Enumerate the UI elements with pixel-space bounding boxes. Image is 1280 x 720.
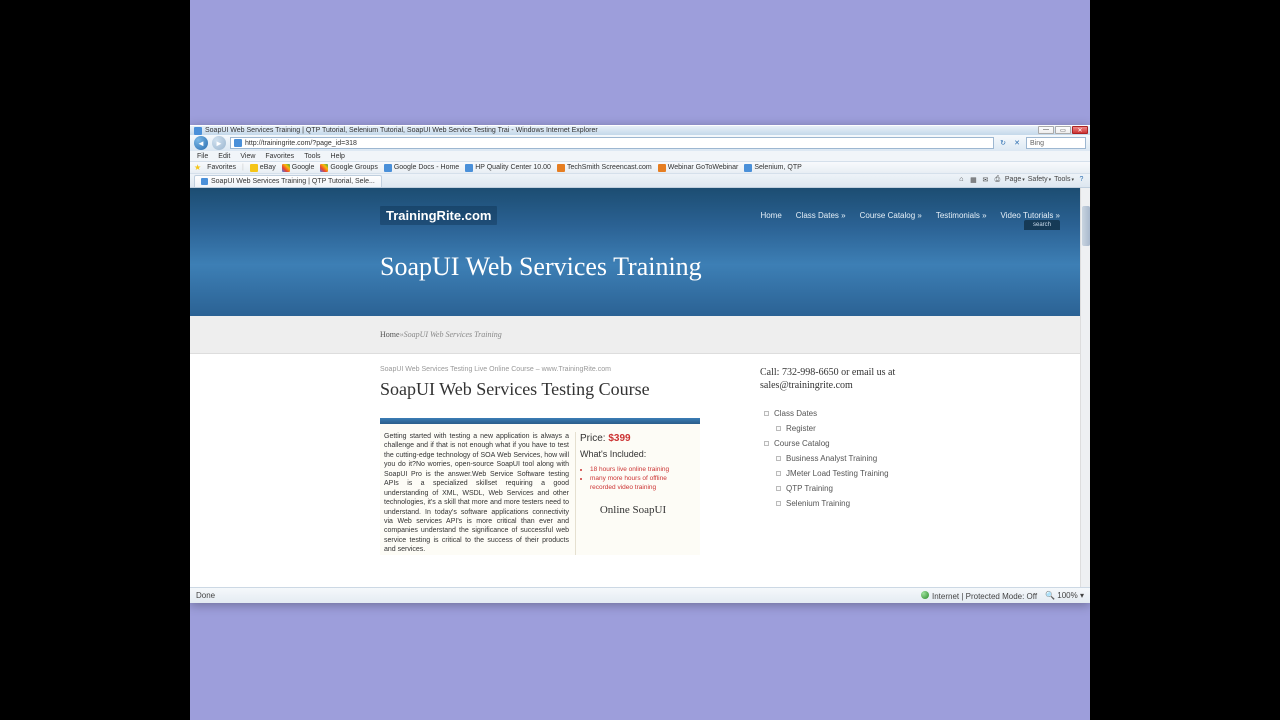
price-label: Price:	[580, 433, 608, 444]
tab-bar: SoapUI Web Services Training | QTP Tutor…	[190, 174, 1090, 188]
nav-course-catalog[interactable]: Course Catalog »	[860, 211, 922, 220]
favorites-star-icon[interactable]: ★	[194, 163, 201, 172]
fav-google-groups[interactable]: Google Groups	[320, 164, 377, 172]
vertical-scrollbar[interactable]	[1080, 188, 1090, 587]
site-nav: Home Class Dates » Course Catalog » Test…	[760, 211, 1060, 220]
window-title: SoapUI Web Services Training | QTP Tutor…	[205, 127, 598, 134]
tab-favicon	[201, 178, 208, 185]
fav-webinar[interactable]: Webinar GoToWebinar	[658, 164, 739, 172]
sidebar-item-ba-training[interactable]: Business Analyst Training	[760, 451, 900, 466]
menu-favorites[interactable]: Favorites	[260, 153, 299, 160]
browser-window: SoapUI Web Services Training | QTP Tutor…	[190, 125, 1090, 603]
status-zoom[interactable]: 🔍 100% ▾	[1045, 591, 1084, 600]
favorites-label[interactable]: Favorites	[207, 164, 236, 171]
menu-tools[interactable]: Tools	[299, 153, 325, 160]
fav-google[interactable]: Google	[282, 164, 315, 172]
scrollbar-thumb[interactable]	[1082, 206, 1090, 246]
sidebar-item-jmeter-training[interactable]: JMeter Load Testing Training	[760, 466, 900, 481]
article-title: SoapUI Web Services Testing Course	[380, 379, 720, 400]
included-item: many more hours of offline recorded vide…	[590, 475, 686, 493]
site-search[interactable]: search	[1024, 220, 1060, 230]
site-header: TrainingRite.com Home Class Dates » Cour…	[190, 188, 1090, 316]
page-viewport: TrainingRite.com Home Class Dates » Cour…	[190, 188, 1090, 587]
sidebar-item-course-catalog[interactable]: Course Catalog	[760, 436, 900, 451]
breadcrumb-current: SoapUI Web Services Training	[404, 330, 502, 339]
menu-edit[interactable]: Edit	[213, 153, 235, 160]
home-icon[interactable]: ⌂	[957, 175, 966, 184]
favorites-bar: ★ Favorites | eBay Google Google Groups …	[190, 162, 1090, 174]
page-icon	[234, 139, 242, 147]
page-title: SoapUI Web Services Training	[380, 252, 702, 282]
sidebar: Call: 732-998-6650 or email us at sales@…	[760, 366, 900, 511]
article-pretitle: SoapUI Web Services Testing Live Online …	[380, 366, 720, 373]
forward-button[interactable]: ►	[212, 136, 226, 150]
browser-tab-active[interactable]: SoapUI Web Services Training | QTP Tutor…	[194, 175, 382, 187]
globe-icon	[921, 591, 929, 599]
stop-button[interactable]: ✕	[1012, 138, 1022, 148]
fav-selenium-qtp[interactable]: Selenium, QTP	[744, 164, 801, 172]
nav-class-dates[interactable]: Class Dates »	[796, 211, 846, 220]
breadcrumb: Home » SoapUI Web Services Training	[190, 316, 1090, 354]
command-bar: ⌂ ▦ ✉ ⎙ Page Safety Tools ?	[957, 175, 1086, 184]
course-description: Getting started with testing a new appli…	[380, 432, 575, 555]
sidebar-item-class-dates[interactable]: Class Dates	[760, 406, 900, 421]
breadcrumb-home[interactable]: Home	[380, 330, 400, 339]
browser-search-input[interactable]: Bing	[1026, 137, 1086, 149]
menu-file[interactable]: File	[192, 153, 213, 160]
search-provider: Bing	[1030, 140, 1044, 147]
site-logo[interactable]: TrainingRite.com	[380, 206, 497, 225]
menu-bar: File Edit View Favorites Tools Help	[190, 151, 1090, 162]
fav-google-docs[interactable]: Google Docs - Home	[384, 164, 459, 172]
price-column: Price: $399 What's Included: 18 hours li…	[575, 432, 690, 555]
maximize-button[interactable]: ▭	[1055, 126, 1071, 134]
status-protected-mode: Internet | Protected Mode: Off	[921, 591, 1037, 601]
online-subtitle: Online SoapUI	[580, 503, 686, 518]
main-content: SoapUI Web Services Testing Live Online …	[190, 354, 1090, 587]
sidebar-item-register[interactable]: Register	[760, 421, 900, 436]
print-icon[interactable]: ⎙	[993, 175, 1002, 184]
fav-ebay[interactable]: eBay	[250, 164, 276, 172]
menu-help[interactable]: Help	[326, 153, 350, 160]
fav-techsmith[interactable]: TechSmith Screencast.com	[557, 164, 652, 172]
nav-video-tutorials[interactable]: Video Tutorials »	[1001, 211, 1060, 220]
help-icon[interactable]: ?	[1077, 175, 1086, 184]
tab-title: SoapUI Web Services Training | QTP Tutor…	[211, 178, 375, 185]
nav-testimonials[interactable]: Testimonials »	[936, 211, 987, 220]
back-button[interactable]: ◄	[194, 136, 208, 150]
included-item: 18 hours live online training	[590, 466, 686, 475]
safety-menu[interactable]: Safety	[1028, 176, 1051, 183]
refresh-button[interactable]: ↻	[998, 138, 1008, 148]
sidebar-item-qtp-training[interactable]: QTP Training	[760, 481, 900, 496]
menu-view[interactable]: View	[235, 153, 260, 160]
close-button[interactable]: ✕	[1072, 126, 1088, 134]
url-text: http://trainingrite.com/?page_id=318	[245, 140, 357, 147]
status-left: Done	[196, 591, 215, 600]
whats-included-label: What's Included:	[580, 448, 686, 460]
nav-home[interactable]: Home	[760, 211, 781, 220]
mail-icon[interactable]: ✉	[981, 175, 990, 184]
course-box: Getting started with testing a new appli…	[380, 418, 700, 555]
contact-info: Call: 732-998-6650 or email us at sales@…	[760, 366, 900, 392]
window-favicon	[194, 127, 202, 135]
status-bar: Done Internet | Protected Mode: Off 🔍 10…	[190, 587, 1090, 603]
page-menu[interactable]: Page	[1005, 176, 1025, 183]
url-field[interactable]: http://trainingrite.com/?page_id=318	[230, 137, 994, 149]
minimize-button[interactable]: —	[1038, 126, 1054, 134]
fav-hp-qc[interactable]: HP Quality Center 10.00	[465, 164, 551, 172]
window-titlebar: SoapUI Web Services Training | QTP Tutor…	[190, 125, 1090, 135]
included-list: 18 hours live online training many more …	[590, 466, 686, 493]
price-value: $399	[608, 433, 630, 444]
address-bar: ◄ ► http://trainingrite.com/?page_id=318…	[190, 135, 1090, 151]
tools-menu[interactable]: Tools	[1054, 176, 1074, 183]
feeds-icon[interactable]: ▦	[969, 175, 978, 184]
sidebar-item-selenium-training[interactable]: Selenium Training	[760, 496, 900, 511]
sidebar-menu: Class Dates Register Course Catalog Busi…	[760, 406, 900, 511]
